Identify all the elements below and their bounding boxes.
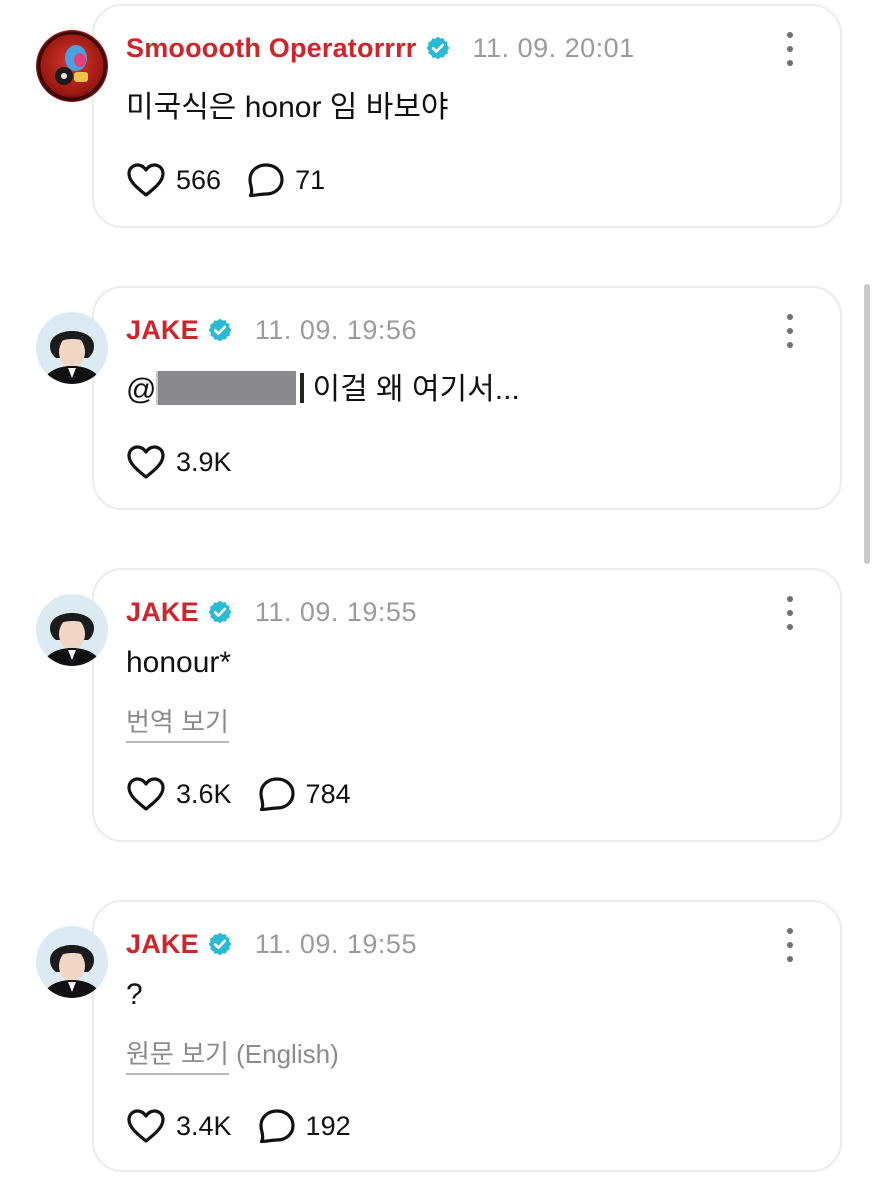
avatar[interactable]: [36, 926, 108, 998]
comment-actions: 3.6K 784: [126, 774, 377, 814]
like-button[interactable]: 3.4K: [126, 1108, 232, 1144]
heart-icon: [127, 777, 165, 811]
mention-link[interactable]: @: [126, 373, 156, 406]
comment-header: Smooooth Operatorrrr 11. 09. 20:01: [126, 30, 635, 66]
author-name[interactable]: JAKE: [126, 597, 199, 628]
comment-header: JAKE 11. 09. 19:55: [126, 594, 417, 630]
reply-count: 192: [305, 1110, 351, 1141]
comment-text: 미국식은 honor 임 바보야: [126, 91, 449, 124]
avatar[interactable]: [36, 30, 108, 102]
like-count: 3.9K: [176, 446, 232, 477]
verified-badge-icon: [208, 318, 232, 342]
translate-row: 원문 보기 (English): [126, 1034, 339, 1075]
like-button[interactable]: 3.9K: [126, 444, 232, 480]
speech-bubble-icon: [248, 163, 284, 198]
avatar[interactable]: [36, 594, 108, 666]
like-count: 566: [176, 164, 222, 195]
reply-count: 71: [295, 164, 326, 195]
redaction-edge: [300, 373, 305, 403]
more-vertical-icon[interactable]: [780, 32, 800, 66]
comment-header: JAKE 11. 09. 19:55: [126, 926, 417, 962]
translate-link[interactable]: 번역 보기: [126, 707, 229, 743]
reply-button[interactable]: 784: [258, 776, 351, 812]
more-vertical-icon[interactable]: [780, 314, 800, 348]
like-button[interactable]: 3.6K: [126, 776, 232, 812]
heart-icon: [127, 163, 165, 197]
comment-timestamp: 11. 09. 20:01: [472, 32, 635, 63]
verified-badge-icon: [208, 600, 232, 624]
scrollbar[interactable]: [864, 284, 870, 564]
translate-row: 번역 보기: [126, 702, 229, 743]
author-name[interactable]: JAKE: [126, 315, 199, 346]
more-vertical-icon[interactable]: [780, 596, 800, 630]
comment-feed: Smooooth Operatorrrr 11. 09. 20:01 미국식은 …: [0, 0, 880, 1200]
comment-actions: 3.9K: [126, 442, 258, 482]
comment-timestamp: 11. 09. 19:55: [254, 928, 417, 959]
reply-button[interactable]: 192: [258, 1108, 351, 1144]
like-button[interactable]: 566: [126, 162, 221, 198]
author-name[interactable]: Smooooth Operatorrrr: [126, 33, 417, 64]
more-vertical-icon[interactable]: [780, 928, 800, 962]
comment-timestamp: 11. 09. 19:55: [254, 596, 417, 627]
verified-badge-icon: [426, 36, 449, 60]
comment-text: ?: [126, 978, 143, 1011]
avatar[interactable]: [36, 312, 108, 384]
comment-actions: 566 71: [126, 160, 351, 200]
comment-actions: 3.4K 192: [126, 1106, 377, 1146]
heart-icon: [127, 1109, 165, 1143]
verified-badge-icon: [208, 932, 232, 956]
original-text-link[interactable]: 원문 보기: [126, 1039, 229, 1075]
redacted-username: [156, 371, 297, 405]
like-count: 3.6K: [176, 778, 232, 809]
original-language-label: (English): [236, 1039, 339, 1069]
comment-text-body: 이걸 왜 여기서...: [312, 373, 520, 406]
comment-text: honour*: [126, 646, 232, 679]
author-name[interactable]: JAKE: [126, 929, 199, 960]
heart-icon: [127, 445, 165, 479]
speech-bubble-icon: [258, 777, 295, 812]
speech-bubble-icon: [258, 1109, 295, 1144]
reply-count: 784: [305, 778, 351, 809]
comment-text: @ 이걸 왜 여기서...: [126, 364, 520, 408]
comment-timestamp: 11. 09. 19:56: [254, 314, 417, 345]
like-count: 3.4K: [176, 1110, 232, 1141]
comment-header: JAKE 11. 09. 19:56: [126, 312, 417, 348]
reply-button[interactable]: 71: [247, 162, 325, 198]
